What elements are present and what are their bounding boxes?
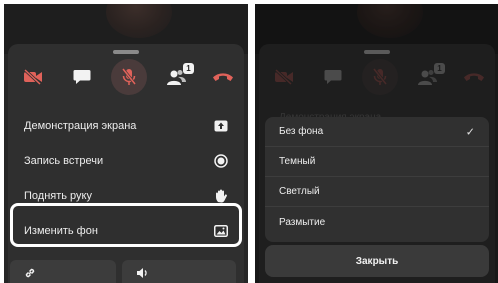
chat-bubble-icon <box>73 69 91 85</box>
participants-button[interactable]: 1 <box>160 60 194 94</box>
option-label: Размытие <box>279 216 326 228</box>
audio-output-button[interactable] <box>122 260 236 283</box>
option-label: Без фона <box>279 126 324 137</box>
option-label: Темный <box>279 156 316 167</box>
hang-up-icon <box>212 71 234 83</box>
raise-hand-icon <box>215 189 228 203</box>
record-icon <box>214 153 228 168</box>
screen-share-icon <box>214 120 228 132</box>
option-label: Светлый <box>279 186 320 197</box>
menu-item-change-background[interactable]: Изменить фон <box>8 213 244 248</box>
end-call-button[interactable] <box>206 60 240 94</box>
close-button[interactable]: Закрыть <box>265 245 489 277</box>
background-picker-screen: 1 Демонстрация экрана Без фона ✓ Темный … <box>255 4 498 283</box>
mic-off-icon <box>121 68 137 86</box>
speaker-icon <box>136 266 149 283</box>
camera-off-icon <box>23 69 43 85</box>
option-blur[interactable]: Размытие <box>265 207 489 237</box>
background-options-list: Без фона ✓ Темный Светлый Размытие <box>265 117 489 242</box>
menu-item-raise-hand[interactable]: Поднять руку <box>8 178 244 213</box>
call-controls: 1 <box>8 59 244 100</box>
sheet-drag-handle[interactable] <box>113 50 139 54</box>
mic-toggle-button[interactable] <box>111 59 147 95</box>
participants-count-badge: 1 <box>183 63 194 74</box>
menu-item-label: Изменить фон <box>24 224 98 237</box>
menu-item-label: Демонстрация экрана <box>24 119 137 132</box>
call-menu-screen: 1 Демонстрация экрана Запись встречи Под… <box>4 4 248 283</box>
chat-button[interactable] <box>65 60 99 94</box>
copy-link-button[interactable] <box>10 260 116 283</box>
call-actions-sheet: 1 Демонстрация экрана Запись встречи Под… <box>8 44 244 283</box>
link-icon <box>24 266 36 283</box>
menu-item-screen-share[interactable]: Демонстрация экрана <box>8 108 244 143</box>
participant-video <box>106 4 172 38</box>
call-options-menu: Демонстрация экрана Запись встречи Подня… <box>8 108 244 248</box>
background-image-icon <box>214 224 228 237</box>
menu-item-label: Запись встречи <box>24 154 104 167</box>
checkmark-icon: ✓ <box>465 126 475 138</box>
option-light[interactable]: Светлый <box>265 177 489 207</box>
option-dark[interactable]: Темный <box>265 147 489 177</box>
menu-item-label: Поднять руку <box>24 189 92 202</box>
option-no-background[interactable]: Без фона ✓ <box>265 117 489 147</box>
bottom-actions <box>10 260 242 283</box>
camera-toggle-button[interactable] <box>16 60 50 94</box>
menu-item-record-meeting[interactable]: Запись встречи <box>8 143 244 178</box>
